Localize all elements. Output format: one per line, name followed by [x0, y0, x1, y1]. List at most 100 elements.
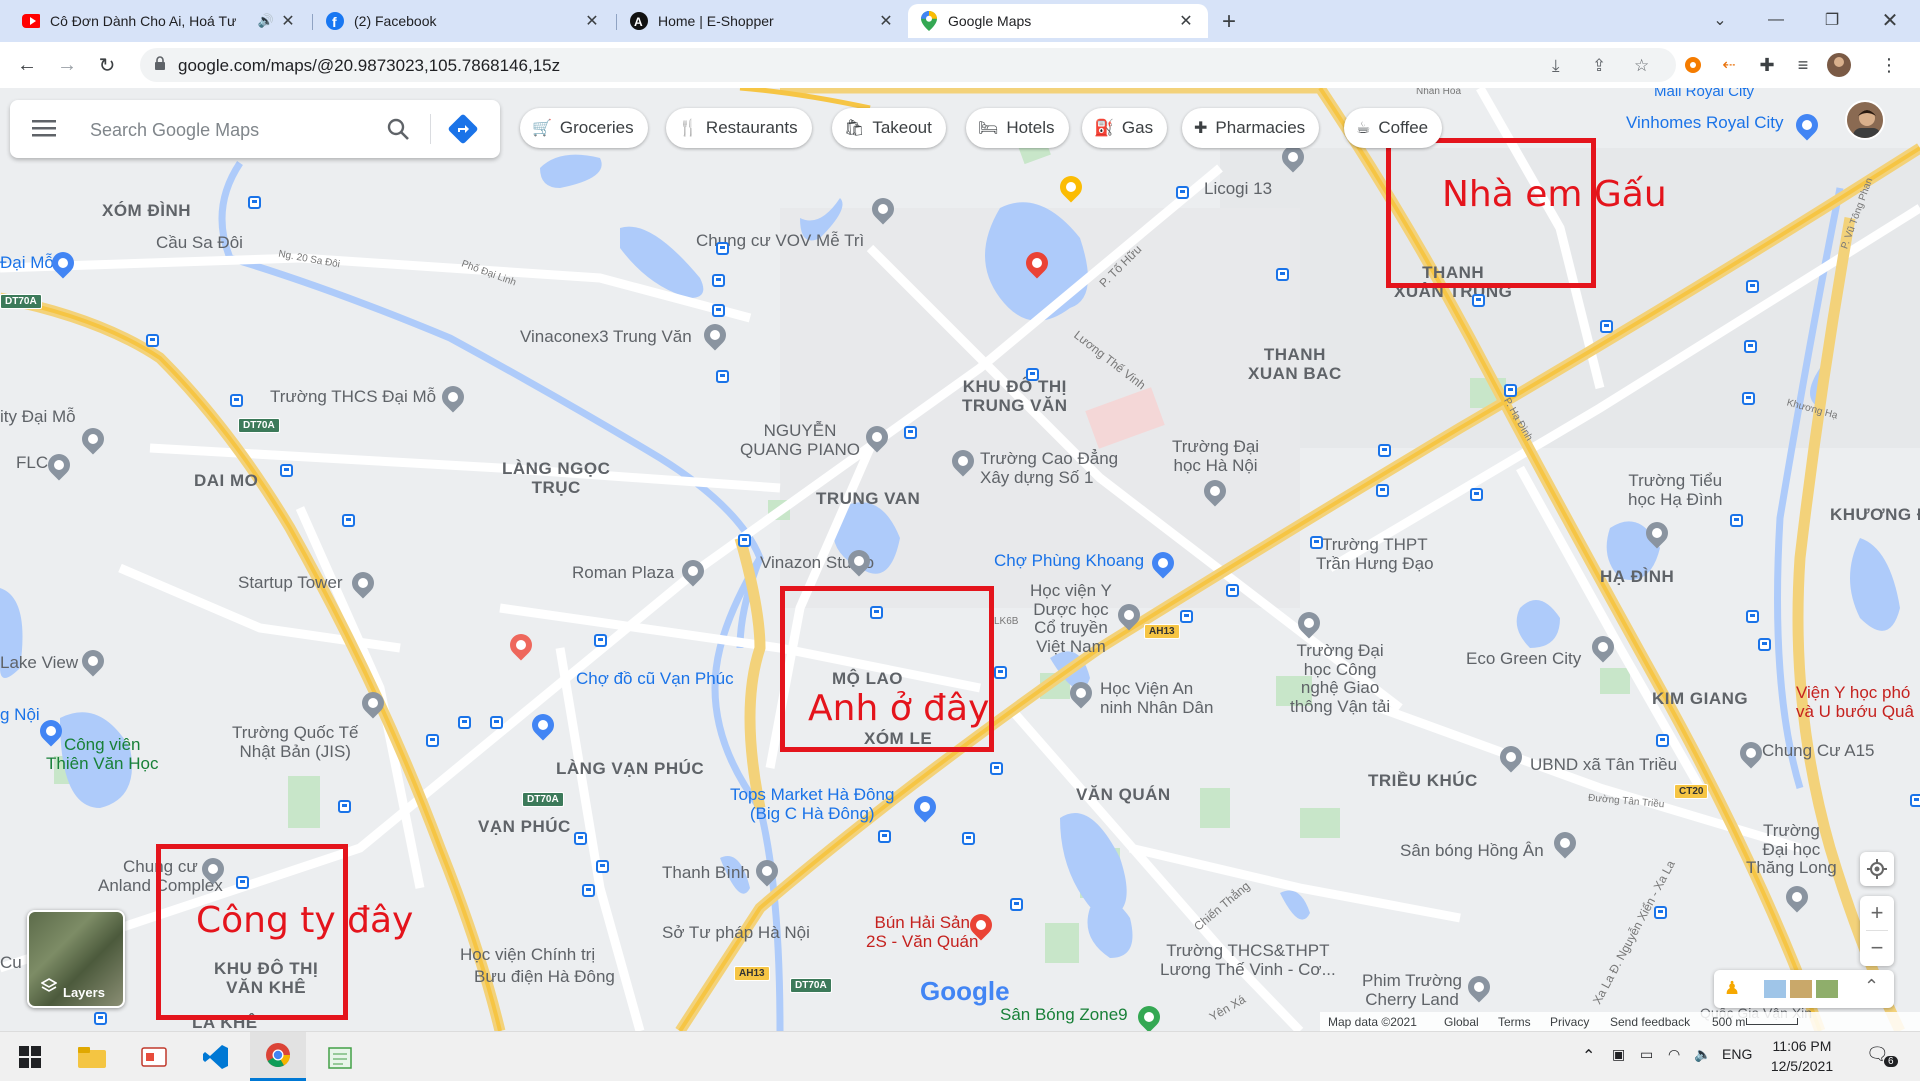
- bus-stop-icon[interactable]: [878, 830, 891, 843]
- imagery-thumb[interactable]: [1790, 980, 1812, 998]
- terms-link[interactable]: Terms: [1498, 1015, 1531, 1029]
- tab-youtube[interactable]: Cô Đơn Dành Cho Ai, Hoá Tư 🔊 ✕: [10, 4, 310, 38]
- maximize-button[interactable]: ❐: [1804, 0, 1860, 40]
- pegman-icon[interactable]: ♟: [1724, 978, 1740, 999]
- reading-list-icon[interactable]: ≡: [1790, 52, 1816, 78]
- bus-stop-icon[interactable]: [596, 860, 609, 873]
- bus-stop-icon[interactable]: [1742, 392, 1755, 405]
- chip-restaurants[interactable]: 🍴 Restaurants: [666, 108, 812, 148]
- my-location-button[interactable]: [1860, 852, 1894, 886]
- install-icon[interactable]: ⤓: [1552, 56, 1560, 76]
- notepad-app[interactable]: [312, 1032, 368, 1081]
- file-explorer-app[interactable]: [64, 1032, 120, 1081]
- bus-stop-icon[interactable]: [490, 716, 503, 729]
- profile-avatar[interactable]: [1826, 52, 1852, 78]
- search-input[interactable]: Search Google Maps: [90, 120, 259, 141]
- windows-start-button[interactable]: [2, 1032, 58, 1081]
- bus-stop-icon[interactable]: [716, 370, 729, 383]
- address-bar[interactable]: google.com/maps/@20.9873023,105.7868146,…: [140, 48, 1676, 82]
- chip-coffee[interactable]: ☕ Coffee: [1344, 108, 1443, 148]
- extensions-puzzle-icon[interactable]: ✚: [1754, 52, 1780, 78]
- bus-stop-icon[interactable]: [574, 832, 587, 845]
- bus-stop-icon[interactable]: [1472, 294, 1485, 307]
- close-tab-icon[interactable]: ✕: [876, 11, 896, 31]
- bus-stop-icon[interactable]: [1180, 610, 1193, 623]
- bookmark-star-icon[interactable]: ☆: [1634, 56, 1649, 76]
- chip-hotels[interactable]: 🛏 Hotels: [966, 108, 1069, 148]
- bus-stop-icon[interactable]: [1226, 584, 1239, 597]
- privacy-link[interactable]: Privacy: [1550, 1015, 1589, 1029]
- bus-stop-icon[interactable]: [338, 800, 351, 813]
- expand-chevron-icon[interactable]: ⌃: [1864, 976, 1879, 997]
- bus-stop-icon[interactable]: [1010, 898, 1023, 911]
- bus-stop-icon[interactable]: [1310, 536, 1323, 549]
- close-window-button[interactable]: ✕: [1862, 0, 1918, 40]
- reload-button[interactable]: ↻: [92, 50, 122, 80]
- bus-stop-icon[interactable]: [582, 884, 595, 897]
- zoom-in-button[interactable]: +: [1860, 896, 1894, 930]
- language-indicator[interactable]: ENG: [1722, 1046, 1752, 1062]
- tab-eshopper[interactable]: A Home | E-Shopper ✕: [618, 4, 908, 38]
- chip-pharmacies[interactable]: ✚ Pharmacies: [1182, 108, 1320, 148]
- close-tab-icon[interactable]: ✕: [1176, 11, 1196, 31]
- chip-gas[interactable]: ⛽ Gas: [1082, 108, 1168, 148]
- bus-stop-icon[interactable]: [1470, 488, 1483, 501]
- bus-stop-icon[interactable]: [1176, 186, 1189, 199]
- bus-stop-icon[interactable]: [426, 734, 439, 747]
- close-tab-icon[interactable]: ✕: [278, 11, 298, 31]
- bus-stop-icon[interactable]: [1276, 268, 1289, 281]
- meet-now-icon[interactable]: ▣: [1612, 1046, 1625, 1063]
- bus-stop-icon[interactable]: [712, 274, 725, 287]
- global-link[interactable]: Global: [1444, 1015, 1479, 1029]
- volume-icon[interactable]: 🔈: [1694, 1046, 1711, 1063]
- search-box[interactable]: Search Google Maps: [10, 100, 500, 158]
- scale-label[interactable]: 500 m: [1712, 1015, 1745, 1029]
- bus-stop-icon[interactable]: [94, 1012, 107, 1025]
- bus-stop-icon[interactable]: [1026, 368, 1039, 381]
- bus-stop-icon[interactable]: [594, 634, 607, 647]
- send-feedback-link[interactable]: Send feedback: [1610, 1015, 1690, 1029]
- bus-stop-icon[interactable]: [458, 716, 471, 729]
- bus-stop-icon[interactable]: [1378, 444, 1391, 457]
- bus-stop-icon[interactable]: [342, 514, 355, 527]
- bus-stop-icon[interactable]: [1600, 320, 1613, 333]
- bus-stop-icon[interactable]: [712, 304, 725, 317]
- tab-facebook[interactable]: f (2) Facebook ✕: [314, 4, 614, 38]
- speaker-icon[interactable]: 🔊: [258, 13, 274, 29]
- zoom-out-button[interactable]: −: [1860, 931, 1894, 965]
- bus-stop-icon[interactable]: [1758, 638, 1771, 651]
- bus-stop-icon[interactable]: [1730, 514, 1743, 527]
- map-canvas[interactable]: XÓM ĐÌNH Cầu Sa Đôi Đại Mỗ ity Đại Mỗ FL…: [0, 88, 1920, 1031]
- account-avatar[interactable]: [1845, 100, 1885, 140]
- lock-icon[interactable]: [154, 56, 166, 76]
- back-button[interactable]: ←: [12, 50, 42, 80]
- bus-stop-icon[interactable]: [1654, 906, 1667, 919]
- bus-stop-icon[interactable]: [1746, 280, 1759, 293]
- bus-stop-icon[interactable]: [1910, 794, 1920, 807]
- bus-stop-icon[interactable]: [1746, 610, 1759, 623]
- bus-stop-icon[interactable]: [1376, 484, 1389, 497]
- bus-stop-icon[interactable]: [1744, 340, 1757, 353]
- snipping-tool-app[interactable]: [126, 1032, 182, 1081]
- hamburger-menu-icon[interactable]: [32, 118, 56, 143]
- system-clock[interactable]: 11:06 PM 12/5/2021: [1762, 1036, 1842, 1076]
- vscode-app[interactable]: [188, 1032, 244, 1081]
- chip-takeout[interactable]: 🛍 Takeout: [832, 108, 946, 148]
- minimize-button[interactable]: —: [1748, 0, 1804, 40]
- bus-stop-icon[interactable]: [738, 534, 751, 547]
- new-tab-button[interactable]: +: [1222, 8, 1236, 36]
- layers-button[interactable]: Layers: [27, 910, 125, 1008]
- bus-stop-icon[interactable]: [716, 242, 729, 255]
- bus-stop-icon[interactable]: [904, 426, 917, 439]
- search-icon[interactable]: [386, 117, 410, 146]
- chrome-menu-icon[interactable]: ⋮: [1876, 52, 1902, 78]
- bus-stop-icon[interactable]: [962, 832, 975, 845]
- extension-orange-icon[interactable]: [1680, 52, 1706, 78]
- show-hidden-icons-chevron[interactable]: ⌃: [1582, 1046, 1595, 1066]
- bus-stop-icon[interactable]: [994, 666, 1007, 679]
- directions-icon[interactable]: [448, 114, 478, 149]
- bus-stop-icon[interactable]: [280, 464, 293, 477]
- tab-search-chevron-icon[interactable]: ⌄: [1692, 0, 1748, 40]
- chip-groceries[interactable]: 🛒 Groceries: [520, 108, 648, 148]
- wifi-icon[interactable]: ◠: [1668, 1046, 1680, 1063]
